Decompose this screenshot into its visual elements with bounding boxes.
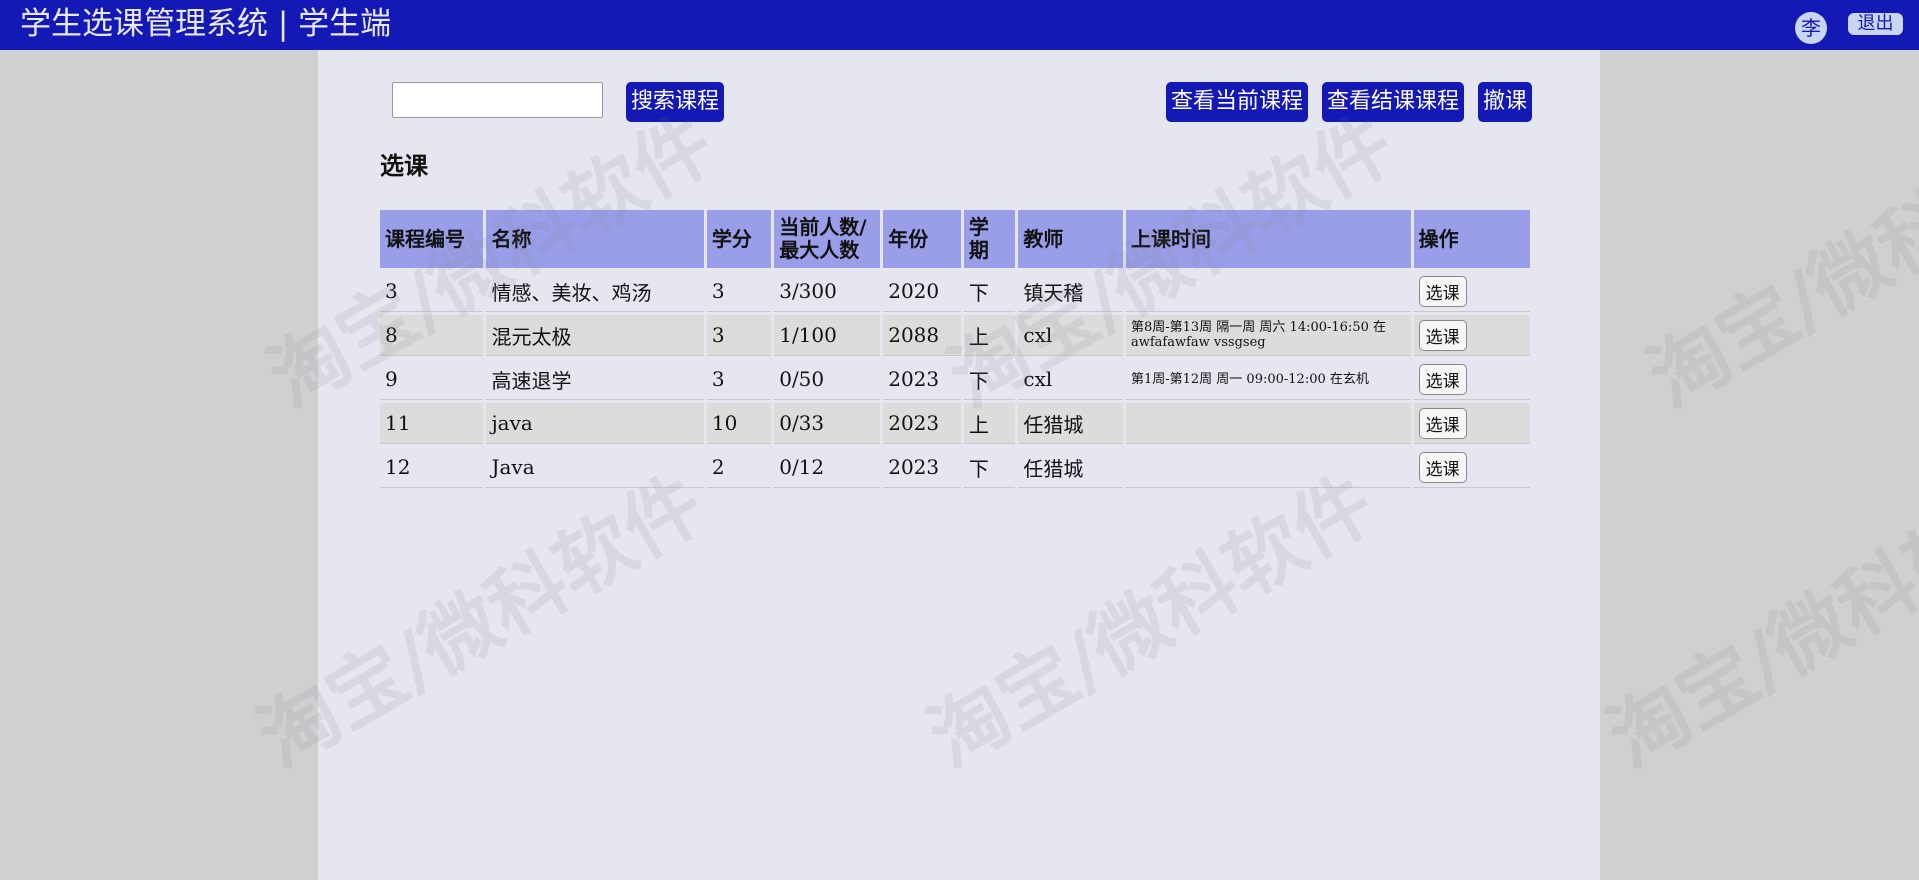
cell-action: 选课 [1413,359,1530,400]
watermark: 淘宝/微科软件 [1634,98,1919,426]
cell-term: 下 [963,271,1016,312]
logout-button[interactable]: 退出 [1848,13,1903,35]
cell-id: 8 [380,315,484,356]
cell-action: 选课 [1413,271,1530,312]
cell-credit: 3 [706,315,772,356]
table-row: 9 高速退学 3 0/50 2023 下 cxl 第1周-第12周 周一 09:… [380,359,1530,400]
cell-id: 11 [380,403,484,444]
cell-credit: 2 [706,447,772,488]
cell-name: 高速退学 [486,359,704,400]
column-header-id: 课程编号 [380,210,484,268]
term-header-label: 学期 [968,215,989,262]
cell-name: 情感、美妆、鸡汤 [486,271,704,312]
cell-action: 选课 [1413,315,1530,356]
count-header-label: 当前人数/最大人数 [779,215,867,262]
drop-course-button[interactable]: 撤课 [1478,82,1532,122]
table-row: 11 java 10 0/33 2023 上 任猎城 选课 [380,403,1530,444]
cell-id: 3 [380,271,484,312]
cell-year: 2023 [883,359,961,400]
table-row: 8 混元太极 3 1/100 2088 上 cxl 第8周-第13周 隔一周 周… [380,315,1530,356]
cell-teacher: 镇天稽 [1018,271,1123,312]
search-input[interactable] [392,82,603,118]
cell-time [1125,403,1411,444]
cell-count: 0/33 [774,403,881,444]
cell-count: 3/300 [774,271,881,312]
column-header-name: 名称 [486,210,704,268]
cell-year: 2023 [883,447,961,488]
cell-term: 下 [963,447,1016,488]
column-header-teacher: 教师 [1018,210,1123,268]
column-header-credit: 学分 [706,210,772,268]
column-header-count: 当前人数/最大人数 [774,210,881,268]
select-course-button[interactable]: 选课 [1418,319,1467,351]
table-row: 3 情感、美妆、鸡汤 3 3/300 2020 下 镇天稽 选课 [380,271,1530,312]
cell-name: java [486,403,704,444]
cell-teacher: 任猎城 [1018,403,1123,444]
cell-name: Java [486,447,704,488]
column-header-action: 操作 [1413,210,1530,268]
cell-time: 第1周-第12周 周一 09:00-12:00 在玄机 [1125,359,1411,400]
view-finished-courses-button[interactable]: 查看结课课程 [1322,82,1464,122]
column-header-term: 学期 [963,210,1016,268]
cell-time: 第8周-第13周 隔一周 周六 14:00-16:50 在 awfafawfaw… [1125,315,1411,356]
select-course-button[interactable]: 选课 [1418,275,1467,307]
select-course-button[interactable]: 选课 [1418,407,1467,439]
cell-credit: 10 [706,403,772,444]
cell-term: 上 [963,315,1016,356]
cell-teacher: cxl [1018,359,1123,400]
cell-action: 选课 [1413,403,1530,444]
cell-count: 0/50 [774,359,881,400]
course-table: 课程编号 名称 学分 当前人数/最大人数 年份 学期 教师 上课时间 操作 3 … [377,207,1533,491]
cell-credit: 3 [706,271,772,312]
cell-name: 混元太极 [486,315,704,356]
cell-count: 0/12 [774,447,881,488]
column-header-year: 年份 [883,210,961,268]
table-row: 12 Java 2 0/12 2023 下 任猎城 选课 [380,447,1530,488]
table-header-row: 课程编号 名称 学分 当前人数/最大人数 年份 学期 教师 上课时间 操作 [380,210,1530,268]
cell-year: 2088 [883,315,961,356]
select-course-button[interactable]: 选课 [1418,451,1467,483]
user-avatar[interactable]: 李 [1795,12,1827,44]
cell-term: 上 [963,403,1016,444]
cell-id: 12 [380,447,484,488]
select-course-button[interactable]: 选课 [1418,363,1467,395]
cell-term: 下 [963,359,1016,400]
cell-year: 2020 [883,271,961,312]
column-header-time: 上课时间 [1125,210,1411,268]
cell-teacher: cxl [1018,315,1123,356]
watermark: 淘宝/微科软件 [1594,458,1919,786]
cell-action: 选课 [1413,447,1530,488]
main-panel: 搜索课程 查看当前课程 查看结课课程 撤课 选课 课程编号 名称 学分 当前人数… [318,50,1600,880]
top-bar: 学生选课管理系统 | 学生端 李 退出 [0,0,1919,50]
cell-count: 1/100 [774,315,881,356]
cell-id: 9 [380,359,484,400]
cell-time [1125,447,1411,488]
view-current-courses-button[interactable]: 查看当前课程 [1166,82,1308,122]
cell-teacher: 任猎城 [1018,447,1123,488]
app-title: 学生选课管理系统 | 学生端 [20,6,392,42]
cell-time [1125,271,1411,312]
cell-year: 2023 [883,403,961,444]
cell-credit: 3 [706,359,772,400]
search-course-button[interactable]: 搜索课程 [626,82,724,122]
section-title: 选课 [380,151,428,180]
